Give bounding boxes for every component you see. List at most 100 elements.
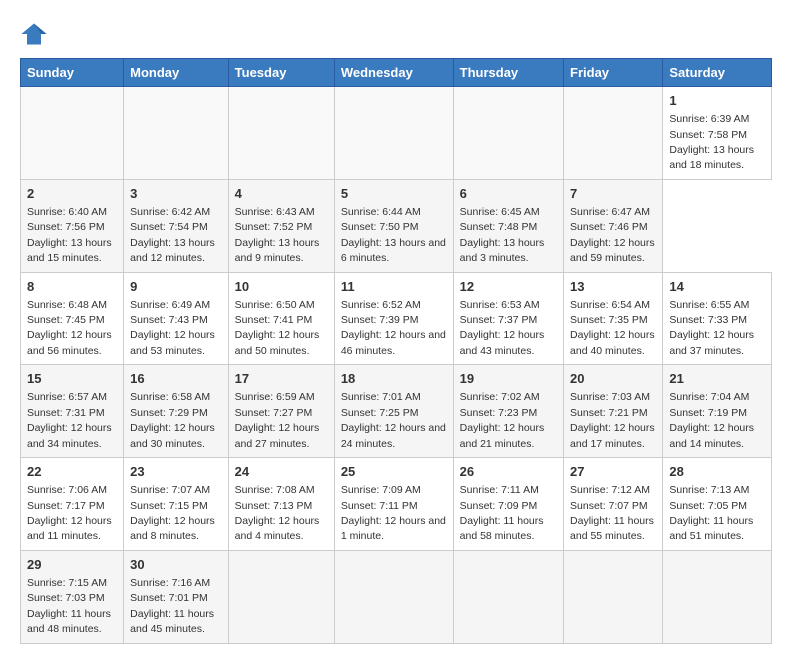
day-info: Sunrise: 6:57 AMSunset: 7:31 PMDaylight:…	[27, 391, 112, 449]
day-info: Sunrise: 7:11 AMSunset: 7:09 PMDaylight:…	[460, 484, 544, 542]
day-info: Sunrise: 6:48 AMSunset: 7:45 PMDaylight:…	[27, 299, 112, 357]
day-info: Sunrise: 6:54 AMSunset: 7:35 PMDaylight:…	[570, 299, 655, 357]
calendar-cell: 9 Sunrise: 6:49 AMSunset: 7:43 PMDaylight…	[124, 272, 229, 365]
day-info: Sunrise: 7:08 AMSunset: 7:13 PMDaylight:…	[235, 484, 320, 542]
day-info: Sunrise: 7:13 AMSunset: 7:05 PMDaylight:…	[669, 484, 753, 542]
day-number: 5	[341, 185, 447, 203]
day-number: 13	[570, 278, 656, 296]
col-header-tuesday: Tuesday	[228, 59, 334, 87]
day-info: Sunrise: 6:42 AMSunset: 7:54 PMDaylight:…	[130, 206, 215, 264]
day-number: 14	[669, 278, 765, 296]
day-info: Sunrise: 6:47 AMSunset: 7:46 PMDaylight:…	[570, 206, 655, 264]
calendar-week-row: 2 Sunrise: 6:40 AMSunset: 7:56 PMDaylight…	[21, 179, 772, 272]
calendar-week-row: 22 Sunrise: 7:06 AMSunset: 7:17 PMDayligh…	[21, 458, 772, 551]
calendar-cell: 1Sunrise: 6:39 AMSunset: 7:58 PMDaylight…	[663, 87, 772, 180]
day-number: 26	[460, 463, 557, 481]
calendar-cell: 2 Sunrise: 6:40 AMSunset: 7:56 PMDaylight…	[21, 179, 124, 272]
day-info: Sunrise: 6:52 AMSunset: 7:39 PMDaylight:…	[341, 299, 446, 357]
calendar-cell: 7 Sunrise: 6:47 AMSunset: 7:46 PMDaylight…	[564, 179, 663, 272]
day-info: Sunrise: 6:53 AMSunset: 7:37 PMDaylight:…	[460, 299, 545, 357]
day-info: Sunrise: 7:16 AMSunset: 7:01 PMDaylight:…	[130, 577, 214, 635]
day-info: Sunrise: 7:15 AMSunset: 7:03 PMDaylight:…	[27, 577, 111, 635]
calendar-cell: 14 Sunrise: 6:55 AMSunset: 7:33 PMDayligh…	[663, 272, 772, 365]
calendar-cell	[334, 550, 453, 643]
calendar-cell	[564, 87, 663, 180]
calendar-cell	[564, 550, 663, 643]
calendar-body: 1Sunrise: 6:39 AMSunset: 7:58 PMDaylight…	[21, 87, 772, 644]
day-number: 4	[235, 185, 328, 203]
day-number: 11	[341, 278, 447, 296]
calendar-cell: 23 Sunrise: 7:07 AMSunset: 7:15 PMDayligh…	[124, 458, 229, 551]
day-info: Sunrise: 7:09 AMSunset: 7:11 PMDaylight:…	[341, 484, 446, 542]
day-number: 17	[235, 370, 328, 388]
day-info: Sunrise: 7:06 AMSunset: 7:17 PMDaylight:…	[27, 484, 112, 542]
day-info: Sunrise: 6:58 AMSunset: 7:29 PMDaylight:…	[130, 391, 215, 449]
calendar-cell: 20Sunrise: 7:03 AMSunset: 7:21 PMDayligh…	[564, 365, 663, 458]
calendar-cell: 29 Sunrise: 7:15 AMSunset: 7:03 PMDayligh…	[21, 550, 124, 643]
day-info: Sunrise: 6:49 AMSunset: 7:43 PMDaylight:…	[130, 299, 215, 357]
day-number: 16	[130, 370, 222, 388]
calendar-cell: 25 Sunrise: 7:09 AMSunset: 7:11 PMDayligh…	[334, 458, 453, 551]
calendar-cell: 4 Sunrise: 6:43 AMSunset: 7:52 PMDaylight…	[228, 179, 334, 272]
day-number: 21	[669, 370, 765, 388]
page-header	[20, 20, 772, 48]
calendar-week-row: 29 Sunrise: 7:15 AMSunset: 7:03 PMDayligh…	[21, 550, 772, 643]
day-number: 24	[235, 463, 328, 481]
col-header-monday: Monday	[124, 59, 229, 87]
day-number: 3	[130, 185, 222, 203]
day-number: 2	[27, 185, 117, 203]
calendar-week-row: 8 Sunrise: 6:48 AMSunset: 7:45 PMDaylight…	[21, 272, 772, 365]
day-number: 22	[27, 463, 117, 481]
calendar-cell: 16 Sunrise: 6:58 AMSunset: 7:29 PMDayligh…	[124, 365, 229, 458]
calendar-cell	[453, 87, 563, 180]
calendar-table: SundayMondayTuesdayWednesdayThursdayFrid…	[20, 58, 772, 644]
calendar-cell: 15Sunrise: 6:57 AMSunset: 7:31 PMDayligh…	[21, 365, 124, 458]
calendar-cell: 28 Sunrise: 7:13 AMSunset: 7:05 PMDayligh…	[663, 458, 772, 551]
calendar-cell: 27 Sunrise: 7:12 AMSunset: 7:07 PMDayligh…	[564, 458, 663, 551]
day-info: Sunrise: 6:59 AMSunset: 7:27 PMDaylight:…	[235, 391, 320, 449]
day-number: 7	[570, 185, 656, 203]
day-info: Sunrise: 7:01 AMSunset: 7:25 PMDaylight:…	[341, 391, 446, 449]
day-number: 19	[460, 370, 557, 388]
day-info: Sunrise: 6:40 AMSunset: 7:56 PMDaylight:…	[27, 206, 112, 264]
day-number: 10	[235, 278, 328, 296]
day-number: 27	[570, 463, 656, 481]
day-info: Sunrise: 7:04 AMSunset: 7:19 PMDaylight:…	[669, 391, 754, 449]
day-info: Sunrise: 7:12 AMSunset: 7:07 PMDaylight:…	[570, 484, 654, 542]
day-info: Sunrise: 6:43 AMSunset: 7:52 PMDaylight:…	[235, 206, 320, 264]
calendar-week-row: 15Sunrise: 6:57 AMSunset: 7:31 PMDayligh…	[21, 365, 772, 458]
col-header-friday: Friday	[564, 59, 663, 87]
day-info: Sunrise: 7:03 AMSunset: 7:21 PMDaylight:…	[570, 391, 655, 449]
calendar-cell: 13 Sunrise: 6:54 AMSunset: 7:35 PMDayligh…	[564, 272, 663, 365]
calendar-cell: 8 Sunrise: 6:48 AMSunset: 7:45 PMDaylight…	[21, 272, 124, 365]
day-info: Sunrise: 6:55 AMSunset: 7:33 PMDaylight:…	[669, 299, 754, 357]
day-number: 9	[130, 278, 222, 296]
calendar-cell	[21, 87, 124, 180]
col-header-wednesday: Wednesday	[334, 59, 453, 87]
day-number: 28	[669, 463, 765, 481]
col-header-thursday: Thursday	[453, 59, 563, 87]
logo	[20, 20, 52, 48]
calendar-cell	[663, 550, 772, 643]
day-info: Sunrise: 7:07 AMSunset: 7:15 PMDaylight:…	[130, 484, 215, 542]
day-number: 23	[130, 463, 222, 481]
calendar-cell: 6Sunrise: 6:45 AMSunset: 7:48 PMDaylight…	[453, 179, 563, 272]
day-number: 25	[341, 463, 447, 481]
calendar-cell: 11 Sunrise: 6:52 AMSunset: 7:39 PMDayligh…	[334, 272, 453, 365]
day-number: 8	[27, 278, 117, 296]
day-number: 30	[130, 556, 222, 574]
calendar-cell	[228, 550, 334, 643]
calendar-cell	[334, 87, 453, 180]
day-info: Sunrise: 6:50 AMSunset: 7:41 PMDaylight:…	[235, 299, 320, 357]
calendar-cell	[124, 87, 229, 180]
day-info: Sunrise: 7:02 AMSunset: 7:23 PMDaylight:…	[460, 391, 545, 449]
day-info: Sunrise: 6:44 AMSunset: 7:50 PMDaylight:…	[341, 206, 446, 264]
day-info: Sunrise: 6:45 AMSunset: 7:48 PMDaylight:…	[460, 206, 545, 264]
day-number: 12	[460, 278, 557, 296]
calendar-week-row: 1Sunrise: 6:39 AMSunset: 7:58 PMDaylight…	[21, 87, 772, 180]
calendar-cell	[228, 87, 334, 180]
day-number: 29	[27, 556, 117, 574]
calendar-cell: 12 Sunrise: 6:53 AMSunset: 7:37 PMDayligh…	[453, 272, 563, 365]
day-number: 1	[669, 92, 765, 110]
calendar-cell: 3 Sunrise: 6:42 AMSunset: 7:54 PMDaylight…	[124, 179, 229, 272]
